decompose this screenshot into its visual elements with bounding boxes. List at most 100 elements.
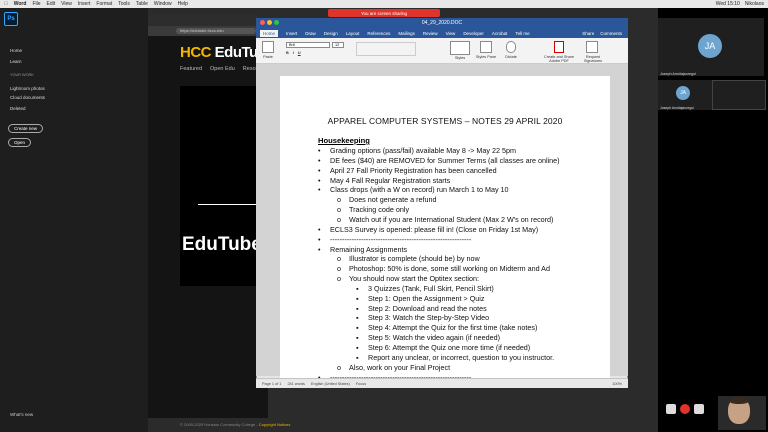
bullet-marker: • <box>318 146 321 155</box>
word-titlebar[interactable]: 04_29_2020.DOC <box>256 18 628 28</box>
document-line[interactable]: Remaining Assignments <box>330 245 407 254</box>
record-pause-icon[interactable] <box>680 404 690 414</box>
microphone-icon[interactable] <box>506 41 516 53</box>
maximize-icon[interactable] <box>274 20 279 25</box>
menu-insert[interactable]: Insert <box>78 1 91 7</box>
document-line[interactable]: Class drops (with a W on record) run Mar… <box>330 185 509 194</box>
signature-icon[interactable] <box>586 41 598 53</box>
video-player[interactable] <box>180 86 260 286</box>
adobe-pdf-icon[interactable] <box>554 41 564 53</box>
document-line[interactable]: Also, work on your Final Project <box>349 363 450 372</box>
document-line[interactable]: ECLS3 Survey is opened: please fill in! … <box>330 225 538 234</box>
word-ribbon-tabs: Home Insert Draw Design Layout Reference… <box>256 28 628 38</box>
ps-lightroom-link[interactable]: Lightroom photos <box>10 86 45 91</box>
document-line[interactable]: 3 Quizzes (Tank, Full Skirt, Pencil Skir… <box>368 284 494 293</box>
tab-home[interactable]: Home <box>260 29 279 37</box>
paragraph-group[interactable] <box>356 42 416 56</box>
tab-view[interactable]: View <box>446 31 456 36</box>
dictate-label: Dictate <box>505 55 517 59</box>
edutube-logo-prefix: HCC <box>180 44 212 61</box>
ps-whats-new-link[interactable]: What's new <box>10 412 33 417</box>
menubar-app-name[interactable]: Word <box>14 1 27 7</box>
paste-icon[interactable] <box>262 41 274 53</box>
ps-cloud-link[interactable]: Cloud documents <box>10 95 45 100</box>
tab-mailings[interactable]: Mailings <box>398 31 415 36</box>
ps-learn-link[interactable]: Learn <box>10 59 22 64</box>
bullet-marker: • <box>318 175 321 185</box>
menu-window[interactable]: Window <box>154 1 172 7</box>
menu-help[interactable]: Help <box>178 1 188 7</box>
page-count[interactable]: Page 1 of 1 <box>262 382 281 386</box>
participant-name: Joseph Arroitajauregui <box>660 72 696 76</box>
bullet-marker: o <box>337 205 341 215</box>
tab-insert[interactable]: Insert <box>286 31 297 36</box>
stop-record-icon[interactable] <box>694 404 704 414</box>
participant-tile-self[interactable] <box>712 80 766 110</box>
font-size-select[interactable]: 12 <box>332 42 344 48</box>
tab-tell-me[interactable]: Tell me <box>515 31 529 36</box>
document-line[interactable]: April 27 Fall Priority Registration has … <box>330 166 497 175</box>
participant-name-small: Joseph Arroitajauregui <box>660 106 694 110</box>
menubar-user[interactable]: Nikolaos <box>745 1 764 7</box>
share-button[interactable]: Share <box>582 31 594 36</box>
comments-button[interactable]: Comments <box>600 31 622 36</box>
document-line[interactable]: Tracking code only <box>349 205 409 214</box>
document-title: APPAREL COMPUTER SYSTEMS – NOTES 29 APRI… <box>327 116 563 126</box>
browser-tab-strip[interactable] <box>148 14 260 26</box>
document-line[interactable]: Watch out if you are International Stude… <box>349 215 553 224</box>
tab-review[interactable]: Review <box>423 31 438 36</box>
menubar-clock[interactable]: Wed 15:10 <box>716 1 740 7</box>
close-icon[interactable] <box>260 20 265 25</box>
minimize-icon[interactable] <box>267 20 272 25</box>
tab-references[interactable]: References <box>367 31 390 36</box>
document-line[interactable]: ----------------------------------------… <box>330 235 471 244</box>
tab-design[interactable]: Design <box>324 31 338 36</box>
menu-table[interactable]: Table <box>136 1 148 7</box>
document-line[interactable]: You should now start the Optitex section… <box>349 274 479 283</box>
language-indicator[interactable]: English (United States) <box>311 382 350 386</box>
menu-format[interactable]: Format <box>96 1 112 7</box>
document-line[interactable]: Step 2: Download and read the notes <box>368 304 487 313</box>
document-line[interactable]: Step 6: Attempt the Quiz one more time (… <box>368 343 530 352</box>
zoom-level[interactable]: 100% <box>612 382 628 386</box>
document-line[interactable]: Does not generate a refund <box>349 195 437 204</box>
document-line[interactable]: DE fees ($40) are REMOVED for Summer Ter… <box>330 156 560 165</box>
styles-pane-icon[interactable] <box>480 41 492 53</box>
bullet-marker: ▪ <box>356 333 359 343</box>
styles-gallery-icon[interactable] <box>450 41 470 55</box>
document-line[interactable]: Step 4: Attempt the Quiz for the first t… <box>368 323 537 332</box>
document-line[interactable]: Grading options (pass/fail) available Ma… <box>330 146 516 155</box>
browser-url-field[interactable]: https://edutube.hccs.edu <box>176 28 256 34</box>
underline-button[interactable]: U <box>298 51 301 55</box>
screen-share-banner[interactable]: You are screen sharing <box>328 9 440 17</box>
document-line[interactable]: Step 5: Watch the video again (if needed… <box>368 333 500 342</box>
edutube-nav-featured[interactable]: Featured <box>180 66 202 72</box>
italic-button[interactable]: I <box>293 51 294 55</box>
focus-button[interactable]: Focus <box>356 382 366 386</box>
word-count[interactable]: 241 words <box>287 382 305 386</box>
font-name-select[interactable]: Brit <box>286 42 330 48</box>
bold-button[interactable]: B <box>286 51 289 55</box>
menu-file[interactable]: File <box>32 1 40 7</box>
apple-icon[interactable]:  <box>4 1 8 7</box>
ps-home-link[interactable]: Home <box>10 48 22 53</box>
document-line[interactable]: Illustrator is complete (should be) by n… <box>349 254 480 263</box>
ps-deleted-link[interactable]: Deleted <box>10 106 26 111</box>
tab-acrobat[interactable]: Acrobat <box>492 31 508 36</box>
document-line[interactable]: Step 1: Open the Assignment > Quiz <box>368 294 484 303</box>
menu-tools[interactable]: Tools <box>118 1 130 7</box>
copyright-link[interactable]: Copyright Notices <box>259 422 291 427</box>
stop-share-icon[interactable] <box>666 404 676 414</box>
tab-layout[interactable]: Layout <box>346 31 360 36</box>
ps-create-new-button[interactable]: Create new <box>8 124 44 133</box>
document-line[interactable]: Step 3: Watch the Step-by-Step Video <box>368 313 489 322</box>
menu-view[interactable]: View <box>61 1 72 7</box>
ps-open-button[interactable]: Open <box>8 138 32 147</box>
document-line[interactable]: Photoshop: 50% is done, some still worki… <box>349 264 550 273</box>
tab-draw[interactable]: Draw <box>305 31 316 36</box>
document-line[interactable]: May 4 Fall Regular Registration starts <box>330 176 450 185</box>
tab-developer[interactable]: Developer <box>463 31 484 36</box>
menu-edit[interactable]: Edit <box>47 1 56 7</box>
document-line[interactable]: Report any unclear, or incorrect, questi… <box>368 353 554 362</box>
edutube-nav-open-edu[interactable]: Open Edu <box>210 66 235 72</box>
